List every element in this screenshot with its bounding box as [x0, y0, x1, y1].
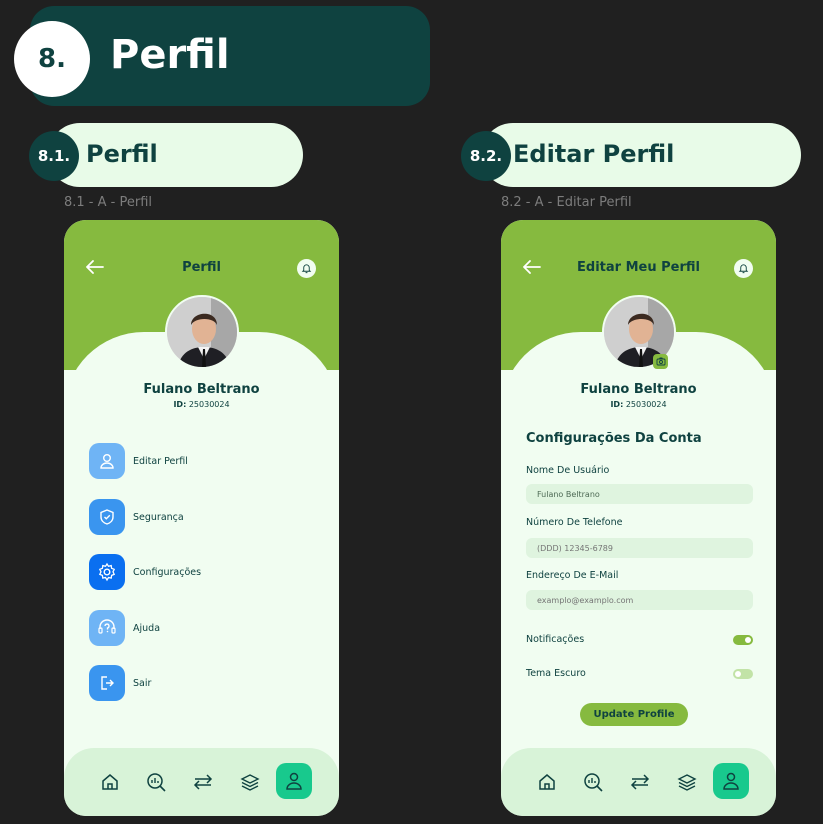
bell-icon[interactable]: [734, 259, 753, 278]
menu-item-label: Sair: [133, 677, 152, 689]
dark-theme-label: Tema Escuro: [526, 668, 586, 679]
phone-label: Número De Telefone: [526, 517, 623, 528]
user-id: ID: 25030024: [173, 400, 230, 409]
section-title: Perfil: [110, 32, 230, 78]
profile-icon[interactable]: [713, 763, 749, 799]
analytics-icon[interactable]: [576, 765, 610, 799]
layers-icon[interactable]: [670, 765, 704, 799]
transfer-icon[interactable]: [623, 765, 657, 799]
menu-item-label: Segurança: [133, 511, 184, 523]
help-icon: [89, 610, 125, 646]
subsection-title: Editar Perfil: [513, 140, 675, 168]
phone-screen-perfil: Perfil Fulano Beltrano ID: 25030024 Edit…: [64, 220, 339, 816]
logout-icon: [89, 665, 125, 701]
phone-field[interactable]: [526, 538, 753, 558]
menu-item-label: Ajuda: [133, 622, 161, 634]
subsection-title: Perfil: [86, 140, 158, 168]
home-icon[interactable]: [530, 765, 564, 799]
dark-theme-toggle[interactable]: [733, 669, 753, 679]
screen-caption: 8.1 - A - Perfil: [64, 195, 152, 210]
shield-icon: [89, 499, 125, 535]
username-label: Nome De Usuário: [526, 465, 610, 476]
bell-icon[interactable]: [297, 259, 316, 278]
transfer-icon[interactable]: [186, 765, 220, 799]
username-field[interactable]: [526, 484, 753, 504]
menu-item-sair[interactable]: Sair: [89, 665, 289, 701]
section-number-badge: 8.: [14, 21, 90, 97]
camera-icon[interactable]: [653, 354, 668, 369]
section-header: [30, 6, 430, 106]
layers-icon[interactable]: [233, 765, 267, 799]
menu-item-editar-perfil[interactable]: Editar Perfil: [89, 443, 289, 479]
menu-item-configuracoes[interactable]: Configurações: [89, 554, 289, 590]
email-label: Endereço De E-Mail: [526, 570, 619, 581]
notifications-toggle[interactable]: [733, 635, 753, 645]
profile-icon[interactable]: [276, 763, 312, 799]
menu-item-seguranca[interactable]: Segurança: [89, 499, 289, 535]
subsection-number: 8.2.: [461, 131, 511, 181]
account-settings-title: Configurações Da Conta: [526, 431, 702, 446]
menu-item-ajuda[interactable]: Ajuda: [89, 610, 289, 646]
menu-item-label: Editar Perfil: [133, 455, 188, 467]
notifications-label: Notificações: [526, 634, 585, 645]
analytics-icon[interactable]: [139, 765, 173, 799]
user-id: ID: 25030024: [610, 400, 667, 409]
subsection-number: 8.1.: [29, 131, 79, 181]
avatar: [165, 295, 239, 369]
user-name: Fulano Beltrano: [143, 382, 260, 397]
home-icon[interactable]: [93, 765, 127, 799]
update-profile-button[interactable]: Update Profile: [580, 703, 688, 726]
phone-screen-editar-perfil: Editar Meu Perfil Fulano Beltrano ID: 25…: [501, 220, 776, 816]
user-name: Fulano Beltrano: [580, 382, 697, 397]
menu-item-label: Configurações: [133, 566, 202, 578]
screen-caption: 8.2 - A - Editar Perfil: [501, 195, 632, 210]
user-icon: [89, 443, 125, 479]
email-field[interactable]: [526, 590, 753, 610]
gear-icon: [89, 554, 125, 590]
